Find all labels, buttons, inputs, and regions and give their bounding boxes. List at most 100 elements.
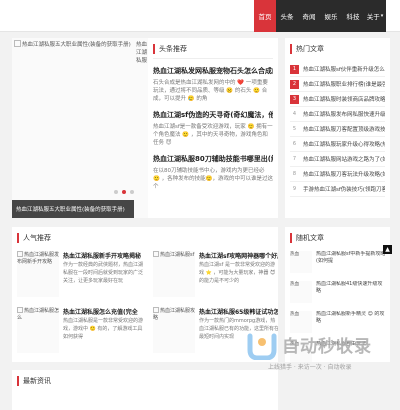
rank-badge: 2 bbox=[290, 79, 299, 89]
popular-title[interactable]: 热血江湖私服65级韩证试功怎么 bbox=[199, 307, 278, 316]
slider-next-peek[interactable]: 热血江湖私服 bbox=[134, 38, 148, 218]
list-item[interactable]: 8 热血江湖私服刀客玩法升级攻略(如何 bbox=[290, 167, 385, 182]
list-item-title[interactable]: 热血江湖私服sf中新手提新攻略(如何提 bbox=[316, 251, 386, 273]
divider bbox=[153, 58, 273, 59]
thumbnail[interactable]: 热血江湖私服sf bbox=[153, 251, 195, 297]
broken-image-icon bbox=[153, 251, 159, 257]
broken-image-icon bbox=[153, 307, 159, 313]
rank-badge: 5 bbox=[290, 124, 299, 134]
list-item[interactable]: 热血 热血江湖私服41级快速升级攻略 bbox=[290, 281, 385, 307]
popular-item[interactable]: 热血江湖私服怎么 热血江湖私服怎么充值(完全 热血江湖私服是一款非常受欢迎的游戏… bbox=[17, 307, 145, 357]
nav-tech[interactable]: 科技 bbox=[342, 0, 364, 32]
list-item-title[interactable]: 热血江湖私服时装领商店品牌攻略(如 bbox=[303, 95, 385, 103]
section-title: 头条推荐 bbox=[153, 44, 273, 54]
thumbnail[interactable]: 热血 bbox=[290, 251, 312, 273]
popular-desc: 作为一款经典的武侠题材，热血江湖私服在一段时间后就受到玩家的广泛关注，让更多玩家… bbox=[63, 262, 143, 284]
slider-dot[interactable] bbox=[114, 190, 118, 194]
popular-title[interactable]: 热血江湖私服新手开攻略揭秘 bbox=[63, 251, 143, 260]
thumb-alt: 热血江湖私服发布网新手开攻略 bbox=[17, 252, 59, 265]
list-item-title[interactable]: 热血江湖私服网站游戏之路为了(如何 bbox=[303, 155, 385, 163]
headline-section: 头条推荐 热血江湖私发网私服宠物石头怎么合成的(热血江湖 石头合成是热血江湖私发… bbox=[148, 38, 278, 218]
headline-item[interactable]: 热血江湖sf伪造的天寻奇(奇幻魔法，他到底是 热血江湖sf是一款备受欢迎游戏，玩… bbox=[153, 110, 273, 147]
thumbnail[interactable]: 热血江湖私服发布网新手开攻略 bbox=[17, 251, 59, 297]
list-item[interactable]: 3 热血江湖私服时装领商店品牌攻略(如 bbox=[290, 92, 385, 107]
nav-oddities[interactable]: 奇闻 bbox=[298, 0, 320, 32]
rank-badge: 9 bbox=[290, 184, 299, 194]
slide-alt: 热血江湖私服五大职业属性(装备的获取手册) bbox=[22, 42, 131, 48]
popular-item[interactable]: 热血江湖私服sf 热血江湖sf攻略网神器哪个好用啊 热血江湖sf 是一款非常受欢… bbox=[153, 251, 278, 301]
popular-title[interactable]: 热血江湖私服怎么充值(完全 bbox=[63, 307, 143, 316]
popular-section: 人气推荐 热血江湖私服发布网新手开攻略 热血江湖私服新手开攻略揭秘 作为一款经典… bbox=[12, 227, 278, 362]
popular-desc: 热血江湖私服是一款非常受欢迎的游戏，游戏中 🙂 有的，了解游戏工具如何获得 bbox=[63, 318, 143, 340]
list-item-title[interactable]: 手游热血江湖sf伪装技巧(领跑刀客手 bbox=[303, 185, 385, 193]
nav-headlines[interactable]: 头条 bbox=[276, 0, 298, 32]
headline-title[interactable]: 热血江湖私发网私服宠物石头怎么合成的(热血江湖 bbox=[153, 66, 273, 76]
list-item-title[interactable]: 热血江湖私服发布网私服快速升级方法是 bbox=[303, 110, 385, 118]
headline-desc: 石头合成是热血江湖私发网的中的 ❤️ 一项重要玩法，通过将不同品质、等级 ☹️ … bbox=[153, 80, 268, 102]
hot-list: 1 热血江湖私服sf伙伴重新升级怎么(热 2 热血江湖私服职业排行榜(谁是最强的 3… bbox=[290, 62, 385, 197]
list-item[interactable]: 5 热血江湖私服刀客配置顶级游戏技能升 bbox=[290, 122, 385, 137]
nav-home[interactable]: 首页 bbox=[254, 0, 276, 32]
list-item[interactable]: 2 热血江湖私服职业排行榜(谁是最强的 bbox=[290, 77, 385, 92]
headline-title[interactable]: 热血江湖sf伪造的天寻奇(奇幻魔法，他到底是 bbox=[153, 110, 273, 120]
popular-desc: 热血江湖sf 是一款非常受欢迎的游戏 ⭐ ，可能为大量玩家，神器 😈 的能力是不… bbox=[199, 262, 276, 284]
chevron-down-icon: ▾ bbox=[380, 13, 384, 19]
nav-entertainment[interactable]: 娱乐 bbox=[320, 0, 342, 32]
list-item[interactable]: 6 热血江湖私服玩家升级心得攻略(热血 bbox=[290, 137, 385, 152]
thumb-alt: 热血江湖私服攻略 bbox=[153, 308, 195, 321]
headline-title[interactable]: 热血江湖私服80刀辅助技能书哪里出(解密游 bbox=[153, 154, 273, 164]
list-item[interactable]: 4 热血江湖私服发布网私服快速升级方法是 bbox=[290, 107, 385, 122]
list-item-title[interactable]: 热血江湖私服玩家升级心得攻略(热血 bbox=[303, 140, 385, 148]
rank-badge: 7 bbox=[290, 154, 299, 164]
slider-dot-active[interactable] bbox=[122, 190, 126, 194]
list-item[interactable]: 热血 热血江湖私服sf中新手提新攻略(如何提 bbox=[290, 251, 385, 277]
broken-image-icon bbox=[17, 307, 23, 313]
section-title: 随机文章 bbox=[290, 233, 385, 243]
list-item-title[interactable]: 热血江湖私服刀客配置顶级游戏技能升 bbox=[303, 125, 385, 133]
headline-desc: 在以80刀辅助技能书中心，游戏内为更已经必 🙂 ，各种发布的技能🙂，游戏的中可以… bbox=[153, 168, 273, 190]
main-nav: 首页 头条 奇闻 娱乐 科技 关于 ▾ bbox=[254, 0, 386, 32]
thumb-alt: 热血江湖私服怎么 bbox=[17, 308, 59, 321]
nav-about-label: 关于 bbox=[366, 13, 380, 21]
popular-title[interactable]: 热血江湖sf攻略网神器哪个好用啊 bbox=[199, 251, 278, 260]
list-item[interactable]: 9 手游热血江湖sf伪装技巧(领跑刀客手 bbox=[290, 182, 385, 197]
list-item-title[interactable]: 热血江湖私服刀客玩法升级攻略(如何 bbox=[303, 170, 385, 178]
latest-news-section: 最新资讯 bbox=[12, 370, 278, 410]
list-item[interactable]: 7 热血江湖私服网站游戏之路为了(如何 bbox=[290, 152, 385, 167]
slider-dots bbox=[114, 190, 134, 194]
watermark-logo-icon bbox=[247, 333, 277, 360]
rank-badge: 4 bbox=[290, 109, 299, 119]
popular-item[interactable]: 热血江湖私服发布网新手开攻略 热血江湖私服新手开攻略揭秘 作为一款经典的武侠题材… bbox=[17, 251, 145, 301]
watermark: 自动秒收录 上线猎手 · 来访一次 · 自动收录 bbox=[246, 330, 396, 376]
nav-about[interactable]: 关于 ▾ bbox=[364, 0, 386, 32]
watermark-text: 自动秒收录 bbox=[282, 337, 372, 357]
thumbnail[interactable]: 热血 bbox=[290, 281, 312, 303]
rank-badge: 1 bbox=[290, 64, 299, 74]
thumbnail[interactable]: 热血江湖私服怎么 bbox=[17, 307, 59, 353]
hot-articles: 热门文章 1 热血江湖私服sf伙伴重新升级怎么(热 2 热血江湖私服职业排行榜(谁是… bbox=[285, 38, 390, 218]
image-slider[interactable]: 热血江湖私服五大职业属性(装备的获取手册) 热血江湖私服五大职业属性(装备的获取… bbox=[12, 38, 142, 218]
broken-image-icon bbox=[17, 251, 23, 257]
headline-desc: 热血江湖sf是一款备受欢迎游戏，玩家 🙂 拥有一个角色魔法 🙂 ，其中的天寻奇物… bbox=[153, 124, 273, 146]
slide-alt-text-2: 热血江湖私服 bbox=[136, 42, 148, 64]
list-item-title[interactable]: 热血江湖私服sf伙伴重新升级怎么(热 bbox=[303, 65, 385, 73]
thumb-alt: 热血江湖私服sf bbox=[160, 252, 195, 258]
section-title: 热门文章 bbox=[290, 44, 385, 54]
thumbnail[interactable]: 热血江湖私服攻略 bbox=[153, 307, 195, 353]
list-item[interactable]: 1 热血江湖私服sf伙伴重新升级怎么(热 bbox=[290, 62, 385, 77]
slide-caption[interactable]: 热血江湖私服五大职业属性(装备的获取手册) bbox=[12, 200, 142, 218]
rank-badge: 8 bbox=[290, 169, 299, 179]
section-title: 最新资讯 bbox=[17, 376, 273, 386]
top-bar: 首页 头条 奇闻 娱乐 科技 关于 ▾ bbox=[0, 0, 400, 32]
list-item-title[interactable]: 热血江湖私服职业排行榜(谁是最强的 bbox=[303, 80, 385, 88]
rank-badge: 6 bbox=[290, 139, 299, 149]
watermark-subtext: 上线猎手 · 来访一次 · 自动收录 bbox=[268, 364, 352, 371]
slide-alt-text: 热血江湖私服五大职业属性(装备的获取手册) bbox=[14, 40, 140, 48]
back-to-top-button[interactable]: ▲ bbox=[383, 245, 392, 254]
headline-item[interactable]: 热血江湖私服80刀辅助技能书哪里出(解密游 在以80刀辅助技能书中心，游戏内为更… bbox=[153, 154, 273, 191]
section-title: 人气推荐 bbox=[17, 233, 273, 243]
list-item-title[interactable]: 热血江湖私服41级快速升级攻略 bbox=[316, 281, 386, 303]
headline-item[interactable]: 热血江湖私发网私服宠物石头怎么合成的(热血江湖 石头合成是热血江湖私发网的中的 … bbox=[153, 66, 273, 103]
rank-badge: 3 bbox=[290, 94, 299, 104]
broken-image-icon bbox=[14, 40, 21, 47]
